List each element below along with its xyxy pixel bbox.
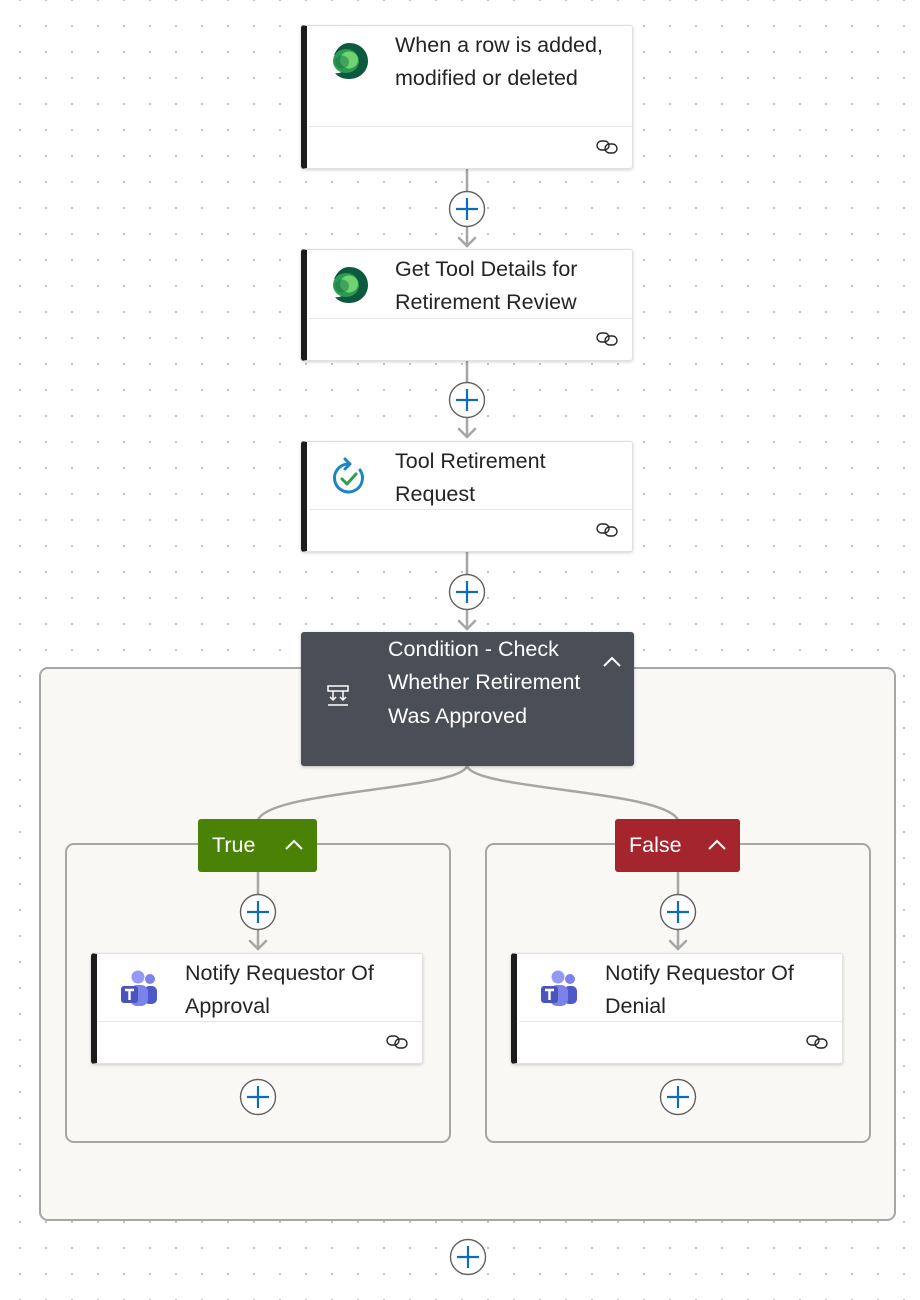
false-branch-badge[interactable]: False <box>615 819 740 872</box>
connector-branch-false <box>465 765 680 821</box>
tool-retirement-request-header: Tool Retirement Request <box>307 442 632 509</box>
add-step-button[interactable] <box>449 1238 487 1276</box>
link-icon[interactable] <box>386 1033 408 1051</box>
card-footer <box>99 1021 422 1063</box>
true-branch-label: True <box>212 833 256 857</box>
connector-branch-true <box>256 765 469 821</box>
card-footer <box>309 126 632 168</box>
dataverse-icon <box>333 267 368 303</box>
notify-approval-card[interactable]: Notify Requestor Of Approval <box>91 953 423 1064</box>
tool-retirement-request-card[interactable]: Tool Retirement Request <box>301 441 633 552</box>
notify-approval-header: Notify Requestor Of Approval <box>97 954 422 1021</box>
dataverse-icon <box>333 43 368 79</box>
add-step-button[interactable] <box>659 893 697 931</box>
card-footer <box>309 509 632 551</box>
card-footer <box>309 318 632 360</box>
chevron-up-icon[interactable] <box>706 838 728 852</box>
chevron-up-icon[interactable] <box>600 654 624 670</box>
notify-denial-card[interactable]: Notify Requestor Of Denial <box>511 953 843 1064</box>
link-icon[interactable] <box>596 330 618 348</box>
add-step-button[interactable] <box>239 893 277 931</box>
link-icon[interactable] <box>596 521 618 539</box>
condition-card[interactable]: Condition - Check Whether Retirement Was… <box>301 632 634 766</box>
true-branch-badge[interactable]: True <box>198 819 317 872</box>
notify-approval-title: Notify Requestor Of Approval <box>185 961 374 1018</box>
trigger-title: When a row is added, modified or deleted <box>395 33 603 90</box>
add-step-button[interactable] <box>448 573 486 611</box>
get-tool-details-card[interactable]: Get Tool Details for Retirement Review <box>301 249 633 361</box>
teams-icon <box>541 970 577 1006</box>
card-footer <box>519 1021 842 1063</box>
add-step-button[interactable] <box>448 381 486 419</box>
link-icon[interactable] <box>806 1033 828 1051</box>
get-tool-details-title: Get Tool Details for Retirement Review <box>395 257 578 314</box>
trigger-card[interactable]: When a row is added, modified or deleted <box>301 25 633 169</box>
chevron-up-icon[interactable] <box>283 838 305 852</box>
trigger-card-header: When a row is added, modified or deleted <box>307 26 632 126</box>
add-step-button[interactable] <box>659 1078 697 1116</box>
link-icon[interactable] <box>596 138 618 156</box>
false-branch-label: False <box>629 833 682 857</box>
tool-retirement-request-title: Tool Retirement Request <box>395 449 546 506</box>
add-step-button[interactable] <box>239 1078 277 1116</box>
notify-denial-header: Notify Requestor Of Denial <box>517 954 842 1021</box>
teams-icon <box>121 970 157 1006</box>
add-step-button[interactable] <box>448 190 486 228</box>
get-tool-details-header: Get Tool Details for Retirement Review <box>307 250 632 318</box>
condition-icon <box>327 685 349 706</box>
notify-denial-title: Notify Requestor Of Denial <box>605 961 794 1018</box>
approvals-icon <box>333 457 364 494</box>
condition-title: Condition - Check Whether Retirement Was… <box>388 637 581 728</box>
